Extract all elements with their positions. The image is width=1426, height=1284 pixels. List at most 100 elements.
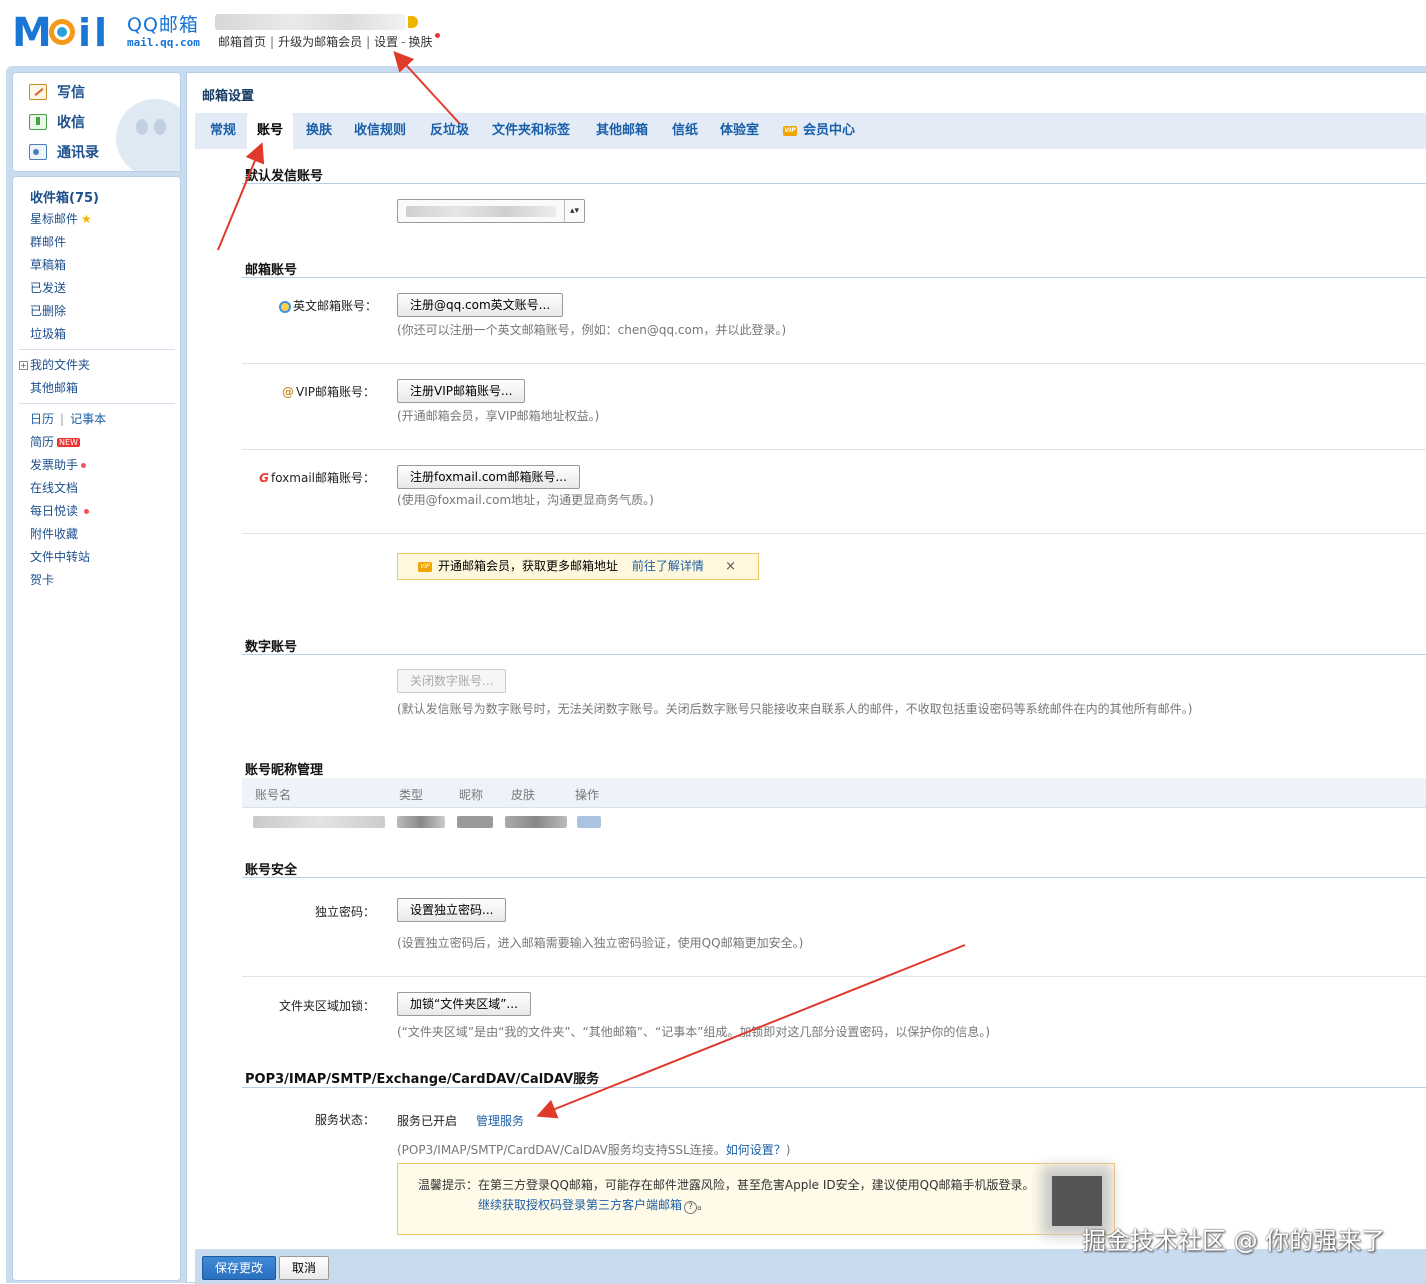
- section-divider: [242, 183, 1426, 184]
- service-status-value: 服务已开启: [397, 1114, 458, 1128]
- tab-antispam[interactable]: 反垃圾: [430, 113, 469, 149]
- sidebar-item-attachments[interactable]: 附件收藏: [30, 525, 78, 542]
- sidebar-item-label: 我的文件夹: [30, 358, 91, 372]
- sidebar-item-daily-read[interactable]: 每日悦读: [30, 502, 90, 519]
- edit-link-blurred[interactable]: [577, 816, 601, 828]
- top-links: 邮箱首页 | 升级为邮箱会员 | 设置 - 换肤: [218, 33, 440, 50]
- sidebar-item-label: 发票助手: [30, 458, 79, 472]
- sidebar-item-drafts[interactable]: 草稿箱: [30, 256, 66, 273]
- expand-plus-icon[interactable]: +: [19, 361, 28, 370]
- sidebar-item-docs[interactable]: 在线文档: [30, 479, 78, 496]
- contacts-label: 通讯录: [57, 145, 99, 161]
- folder-lock-button[interactable]: 加锁“文件夹区域”...: [397, 992, 531, 1016]
- tab-stationery[interactable]: 信纸: [672, 113, 698, 149]
- contacts-button[interactable]: 通讯录: [29, 141, 99, 163]
- link-separator: |: [366, 35, 371, 49]
- get-auth-code-link[interactable]: 继续获取授权码登录第三方客户端邮箱: [478, 1198, 682, 1212]
- tab-skin[interactable]: 换肤: [306, 113, 332, 149]
- save-changes-button[interactable]: 保存更改: [202, 1256, 277, 1280]
- section-divider: [242, 654, 1426, 655]
- col-nickname: 昵称: [459, 788, 484, 802]
- register-english-account-button[interactable]: 注册@qq.com英文账号...: [397, 293, 564, 317]
- set-password-button[interactable]: 设置独立密码...: [397, 898, 507, 922]
- sidebar-item-notebook[interactable]: 记事本: [70, 412, 106, 426]
- section-title-pop3: POP3/IMAP/SMTP/Exchange/CardDAV/CalDAV服务: [245, 1072, 600, 1087]
- star-icon: ★: [81, 212, 92, 226]
- folder-lock-hint: (“文件夹区域”是由“我的文件夹”、“其他邮箱”、“记事本”组成。加锁即对这几部…: [397, 1025, 991, 1039]
- vip-account-hint: (开通邮箱会员，享VIP邮箱地址权益。): [397, 409, 600, 423]
- qq-penguin-decoration-icon: [116, 99, 180, 171]
- tab-label: 会员中心: [803, 123, 856, 138]
- sidebar-item-calendar[interactable]: 日历: [30, 412, 54, 426]
- account-value-blurred: [406, 206, 556, 217]
- top-bar: M i l QQ邮箱 mail.qq.com 邮箱首页 | 升级为邮箱会员 | 设置 - 换…: [0, 0, 1426, 66]
- mail-logo-icon[interactable]: M i l: [12, 10, 122, 52]
- manage-service-link[interactable]: 管理服务: [476, 1112, 524, 1129]
- col-account-name: 账号名: [255, 788, 292, 802]
- sidebar-nav: 收件箱(75) 星标邮件 ★ 群邮件 草稿箱 已发送 已删除 垃圾箱 + 我的文件夹…: [12, 176, 181, 1281]
- section-divider: [242, 1087, 1426, 1088]
- sidebar-item-starred[interactable]: 星标邮件 ★: [30, 210, 92, 227]
- tab-folders-labels[interactable]: 文件夹和标签: [492, 113, 570, 149]
- sidebar-item-deleted[interactable]: 已删除: [30, 302, 66, 319]
- sidebar-item-label: 星标邮件: [30, 212, 79, 226]
- logo-cn: QQ邮箱: [127, 14, 199, 36]
- close-digital-account-button[interactable]: 关闭数字账号...: [397, 669, 507, 693]
- how-to-setup-link[interactable]: 如何设置？: [726, 1143, 786, 1157]
- sidebar-item-invoice[interactable]: 发票助手: [30, 456, 87, 473]
- inbox-download-icon: [29, 114, 47, 130]
- tab-general[interactable]: 常规: [210, 113, 236, 149]
- notification-dot: [84, 509, 90, 514]
- cancel-button[interactable]: 取消: [279, 1256, 330, 1280]
- foxmail-account-label: Gfoxmail邮箱账号：: [247, 469, 375, 486]
- section-title-default-sender: 默认发信账号: [245, 169, 324, 184]
- tab-lab[interactable]: 体验室: [720, 113, 759, 149]
- link-upgrade-vip[interactable]: 升级为邮箱会员: [278, 35, 362, 49]
- receive-label: 收信: [57, 115, 85, 131]
- write-label: 写信: [57, 85, 85, 101]
- sidebar-item-file-transfer[interactable]: 文件中转站: [30, 548, 90, 565]
- sidebar-item-spam[interactable]: 垃圾箱: [30, 325, 66, 342]
- qq-icon: [279, 300, 291, 313]
- default-sender-select[interactable]: ▴▾: [397, 199, 585, 223]
- col-type: 类型: [399, 788, 424, 802]
- password-label: 独立密码：: [314, 905, 375, 919]
- receive-button[interactable]: 收信: [29, 111, 85, 133]
- notification-dot: [81, 463, 87, 468]
- write-button[interactable]: 写信: [29, 81, 85, 103]
- tab-other-mailbox[interactable]: 其他邮箱: [596, 113, 648, 149]
- sidebar-item-my-folders[interactable]: + 我的文件夹: [19, 356, 90, 373]
- row-divider: [242, 449, 1426, 450]
- sidebar-item-resume[interactable]: 简历 NEW: [30, 433, 80, 450]
- at-sign-icon: @: [282, 385, 294, 399]
- sidebar-calendar-row: 日历 | 记事本: [30, 410, 106, 427]
- divider: [19, 349, 175, 350]
- close-icon[interactable]: ×: [725, 554, 736, 579]
- register-foxmail-account-button[interactable]: 注册foxmail.com邮箱账号...: [397, 465, 580, 489]
- tab-account[interactable]: 账号: [247, 113, 294, 149]
- help-question-icon[interactable]: ?: [684, 1201, 698, 1214]
- link-settings[interactable]: 设置: [374, 35, 398, 49]
- sidebar-item-sent[interactable]: 已发送: [30, 279, 66, 296]
- sidebar-item-group[interactable]: 群邮件: [30, 233, 66, 250]
- notification-dot: [434, 33, 440, 38]
- vip-account-label: @ VIP邮箱账号：: [279, 383, 375, 400]
- tab-vip-center[interactable]: VIP 会员中心: [783, 113, 855, 149]
- svg-text:i: i: [78, 11, 91, 52]
- section-title-mail-accounts: 邮箱账号: [245, 263, 298, 278]
- security-warning-box: 温馨提示：在第三方登录QQ邮箱，可能存在邮件泄露风险，甚至危害Apple ID安…: [397, 1163, 1115, 1235]
- ssl-hint-end: ): [785, 1143, 791, 1157]
- tab-rules[interactable]: 收信规则: [354, 113, 406, 149]
- qr-code-blurred: [1052, 1176, 1102, 1226]
- register-vip-account-button[interactable]: 注册VIP邮箱账号...: [397, 379, 526, 403]
- settings-panel: 邮箱设置 常规 账号 换肤 收信规则 反垃圾 文件夹和标签 其他邮箱 信纸 体验…: [186, 72, 1426, 1284]
- sidebar-item-other-mailbox[interactable]: 其他邮箱: [30, 379, 78, 396]
- link-mail-home[interactable]: 邮箱首页: [218, 35, 266, 49]
- table-cell-blurred: [457, 816, 493, 828]
- sidebar-item-inbox[interactable]: 收件箱(75): [30, 187, 99, 206]
- promo-details-link[interactable]: 前往了解详情: [632, 559, 704, 573]
- user-nickname-blurred: [215, 14, 405, 30]
- link-skin[interactable]: 换肤: [408, 35, 432, 49]
- sidebar-item-card[interactable]: 贺卡: [30, 571, 54, 588]
- link-separator: |: [60, 412, 65, 426]
